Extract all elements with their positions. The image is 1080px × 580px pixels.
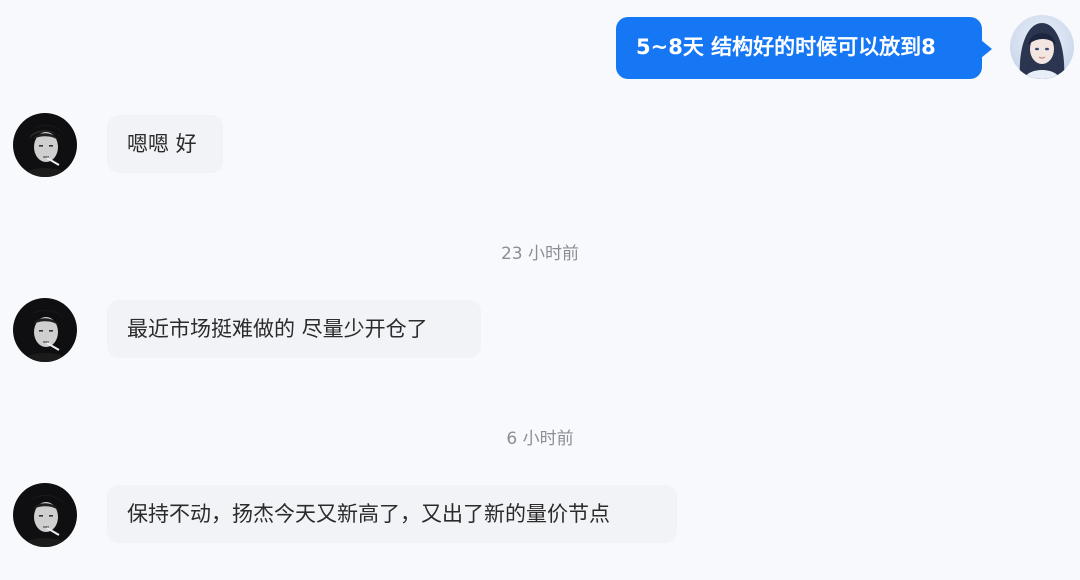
message-bubble-incoming[interactable]: 保持不动，扬杰今天又新高了，又出了新的量价节点 (107, 485, 677, 543)
contact-portrait-icon (13, 298, 77, 362)
message-timestamp: 6 小时前 (506, 429, 574, 449)
contact-avatar[interactable] (13, 113, 77, 177)
message-bubble-outgoing[interactable]: 5~8天 结构好的时候可以放到8 (616, 17, 992, 79)
message-text: 最近市场挺难做的 尽量少开仓了 (127, 317, 428, 341)
contact-portrait-icon (13, 483, 77, 547)
message-bubble-incoming[interactable]: 嗯嗯 好 (107, 115, 223, 173)
message-bubble-incoming[interactable]: 最近市场挺难做的 尽量少开仓了 (107, 300, 481, 358)
message-text: 5~8天 结构好的时候可以放到8 (636, 35, 936, 59)
message-text: 嗯嗯 好 (127, 132, 197, 156)
message-text: 保持不动，扬杰今天又新高了，又出了新的量价节点 (127, 502, 610, 526)
contact-portrait-icon (13, 113, 77, 177)
message-timestamp: 23 小时前 (500, 244, 580, 264)
my-avatar[interactable] (1010, 15, 1074, 79)
contact-avatar[interactable] (13, 298, 77, 362)
contact-avatar[interactable] (13, 483, 77, 547)
chat-thread: 5~8天 结构好的时候可以放到8 嗯嗯 好 23 小时前 最近市场挺难做的 尽量… (0, 0, 1080, 580)
user-portrait-icon (1010, 15, 1074, 79)
